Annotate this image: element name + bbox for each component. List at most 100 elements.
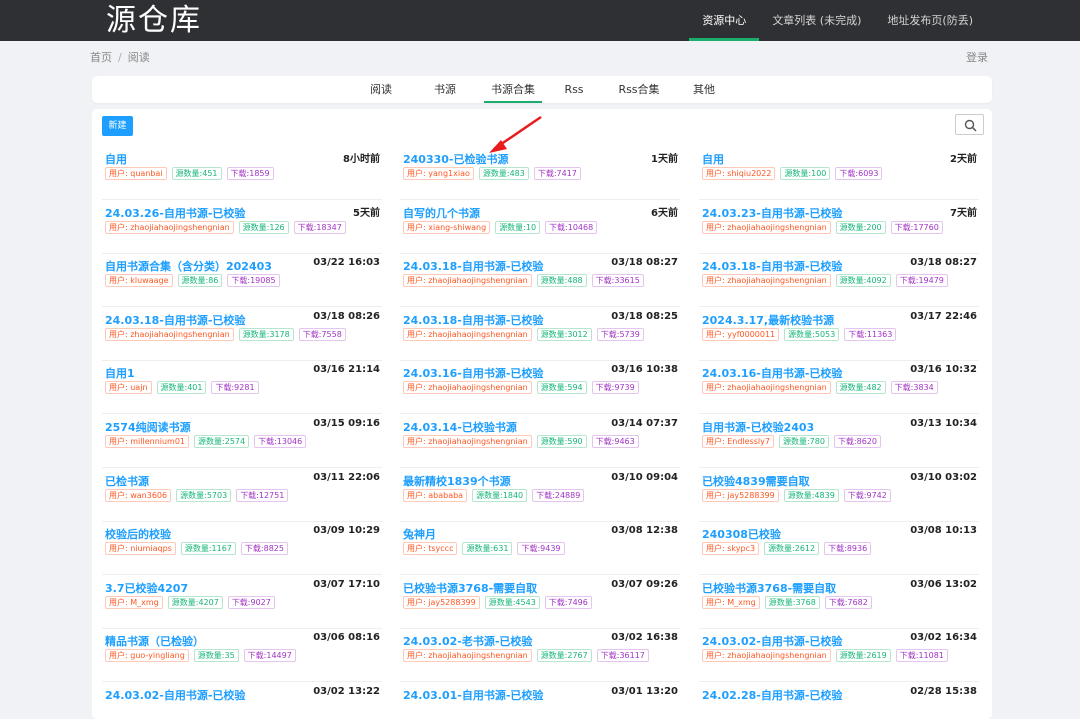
source-title[interactable]: 精品书源（已检验） [105,633,204,649]
source-card[interactable]: 自用书源合集（含分类）202403 03/22 16:03 用户: kluwaage… [102,254,382,308]
source-title[interactable]: 24.03.18-自用书源-已校验 [403,258,543,274]
source-card[interactable]: 24.03.01-自用书源-已校验 03/01 13:20 [400,683,680,719]
source-card[interactable]: 已检书源 03/11 22:06 用户: wan3606 源数量:5703 下载:127… [102,469,382,522]
source-title[interactable]: 24.03.02-老书源-已校验 [403,633,532,649]
source-card[interactable]: 240308已校验 03/08 10:13 用户: skypc3 源数量:2612 下载… [699,522,979,576]
source-tags: 用户: zhaojiahaojingshengnian 源数量:482 下载:383… [702,381,938,395]
source-title[interactable]: 24.03.16-自用书源-已校验 [403,365,543,381]
source-title[interactable]: 24.03.02-自用书源-已校验 [105,687,245,703]
new-button[interactable]: 新建 [102,116,133,136]
source-title[interactable]: 自用 [702,151,724,167]
source-count-tag: 源数量:488 [536,274,587,288]
source-title[interactable]: 240330-已检验书源 [403,151,509,167]
search-button[interactable] [955,114,984,135]
source-time: 03/08 12:38 [611,525,678,537]
source-title[interactable]: 最新精校1839个书源 [403,473,511,489]
login-link[interactable]: 登录 [966,49,988,65]
tab-other[interactable]: 其他 [688,76,720,103]
download-count-tag: 下载:8620 [833,435,881,448]
source-card[interactable]: 24.03.18-自用书源-已校验 03/18 08:25 用户: zhaojiah… [400,308,680,361]
source-title[interactable]: 兔神月 [403,526,436,542]
source-card[interactable]: 24.03.16-自用书源-已校验 03/16 10:32 用户: zhaojiah… [699,361,979,415]
tab-rss[interactable]: Rss [558,76,590,103]
source-title[interactable]: 24.02.28-自用书源-已校验 [702,687,842,703]
source-card[interactable]: 兔神月 03/08 12:38 用户: tsyccc 源数量:631 下载:9439 [400,522,680,576]
source-title[interactable]: 2024.3.17,最新校验书源 [702,312,834,328]
source-card[interactable]: 3.7已校验4207 03/07 17:10 用户: M_xmg 源数量:4207 下载… [102,576,382,629]
source-card[interactable]: 自用1 03/16 21:14 用户: uajn 源数量:401 下载:9281 [102,361,382,415]
source-title[interactable]: 已检书源 [105,473,149,489]
source-card[interactable]: 精品书源（已检验） 03/06 08:16 用户: guo-yingliang 源数量… [102,629,382,683]
source-time: 03/02 16:34 [910,632,977,644]
source-count-tag: 源数量:126 [238,220,289,234]
source-card[interactable]: 自用书源-已校验2403 03/13 10:34 用户: Endlessly7 源数量… [699,415,979,468]
source-card[interactable]: 24.03.18-自用书源-已校验 03/18 08:27 用户: zhaojiah… [699,254,979,308]
source-card[interactable]: 24.03.14-已校验书源 03/14 07:37 用户: zhaojiahaoj… [400,415,680,468]
source-time: 7天前 [950,207,977,219]
source-card[interactable]: 自用 2天前 用户: shiqiu2022 源数量:100 下载:6093 [699,147,979,200]
source-title[interactable]: 24.03.01-自用书源-已校验 [403,687,543,703]
source-title[interactable]: 校验后的校验 [105,526,171,542]
source-count-tag: 源数量:483 [478,167,529,180]
source-card[interactable]: 已校验4839需要自取 03/10 03:02 用户: jay5288399 源数量:… [699,469,979,522]
source-title[interactable]: 24.03.23-自用书源-已校验 [702,205,842,221]
source-card[interactable]: 24.03.26-自用书源-已校验 5天前 用户: zhaojiahaojingsh… [102,201,382,254]
source-title[interactable]: 24.03.02-自用书源-已校验 [702,633,842,649]
source-title[interactable]: 24.03.14-已校验书源 [403,419,517,435]
source-title[interactable]: 2574纯阅读书源 [105,419,191,435]
source-title[interactable]: 24.03.18-自用书源-已校验 [105,312,245,328]
nav-address-page[interactable]: 地址发布页(防丢) [874,0,986,41]
source-card[interactable]: 最新精校1839个书源 03/10 09:04 用户: abababa 源数量:184… [400,469,680,522]
source-card[interactable]: 已校验书源3768-需要自取 03/07 09:26 用户: jay5288399 源… [400,576,680,629]
source-count-tag: 源数量:86 [177,274,223,288]
site-logo[interactable]: 源仓库 [106,0,202,41]
source-card[interactable]: 2024.3.17,最新校验书源 03/17 22:46 用户: yyf000001… [699,308,979,361]
source-time: 02/28 15:38 [910,686,977,697]
download-count-tag: 下载:13046 [254,435,307,448]
tab-read[interactable]: 阅读 [362,76,400,103]
source-card[interactable]: 24.03.02-自用书源-已校验 03/02 13:22 [102,683,382,719]
nav-article-list[interactable]: 文章列表 (未完成) [759,0,874,41]
download-count-tag: 下载:7558 [298,327,346,341]
source-title[interactable]: 24.03.18-自用书源-已校验 [702,258,842,274]
source-card[interactable]: 自用 8小时前 用户: quanbai 源数量:451 下载:1859 [102,147,382,200]
source-time: 03/02 16:38 [611,632,678,644]
tab-rss-collection[interactable]: Rss合集 [614,76,664,103]
breadcrumb-home[interactable]: 首页 [90,51,112,64]
nav-resource-center[interactable]: 资源中心 [689,0,760,41]
source-title[interactable]: 已校验书源3768-需要自取 [702,580,836,596]
source-card[interactable]: 24.03.18-自用书源-已校验 03/18 08:27 用户: zhaojiah… [400,254,680,308]
source-title[interactable]: 自用 [105,151,127,167]
download-count-tag: 下载:11081 [895,649,948,663]
download-count-tag: 下载:8936 [824,542,872,556]
search-icon [964,119,977,132]
source-card[interactable]: 24.03.23-自用书源-已校验 7天前 用户: zhaojiahaojingsh… [699,201,979,254]
source-card[interactable]: 自写的几个书源 6天前 用户: xiang-shiwang 源数量:10 下载:1046… [400,201,680,254]
user-tag: 用户: M_xmg [702,595,760,609]
source-card[interactable]: 24.02.28-自用书源-已校验 02/28 15:38 [699,683,979,719]
source-card[interactable]: 24.03.02-老书源-已校验 03/02 16:38 用户: zhaojiaha… [400,629,680,683]
source-title[interactable]: 240308已校验 [702,526,781,542]
source-card[interactable]: 已校验书源3768-需要自取 03/06 13:02 用户: M_xmg 源数量:37… [699,576,979,629]
source-tags: 用户: abababa 源数量:1840 下载:24889 [403,488,585,502]
source-card[interactable]: 24.03.02-自用书源-已校验 03/02 16:34 用户: zhaojiah… [699,629,979,683]
source-title[interactable]: 自用书源-已校验2403 [702,419,814,435]
source-card[interactable]: 24.03.18-自用书源-已校验 03/18 08:26 用户: zhaojiah… [102,308,382,361]
source-card[interactable]: 校验后的校验 03/09 10:29 用户: niumiaqps 源数量:1167 下载… [102,522,382,576]
source-title[interactable]: 24.03.16-自用书源-已校验 [702,365,842,381]
source-card[interactable]: 2574纯阅读书源 03/15 09:16 用户: millennium01 源数量:… [102,415,382,468]
source-title[interactable]: 3.7已校验4207 [105,580,188,596]
source-card[interactable]: 24.03.16-自用书源-已校验 03/16 10:38 用户: zhaojiah… [400,361,680,415]
source-title[interactable]: 自写的几个书源 [403,205,480,221]
source-title[interactable]: 24.03.26-自用书源-已校验 [105,205,245,221]
tab-book-source[interactable]: 书源 [425,76,465,103]
source-title[interactable]: 自用书源合集（含分类）202403 [105,258,272,274]
source-title[interactable]: 已校验4839需要自取 [702,473,810,489]
tab-book-source-collection[interactable]: 书源合集 [484,76,542,103]
source-title[interactable]: 24.03.18-自用书源-已校验 [403,312,543,328]
download-count-tag: 下载:17760 [890,220,943,234]
source-title[interactable]: 已校验书源3768-需要自取 [403,580,537,596]
source-title[interactable]: 自用1 [105,365,135,381]
source-time: 03/07 09:26 [611,578,678,590]
source-card[interactable]: 240330-已检验书源 1天前 用户: yang1xiao 源数量:483 下载:74… [400,147,680,200]
